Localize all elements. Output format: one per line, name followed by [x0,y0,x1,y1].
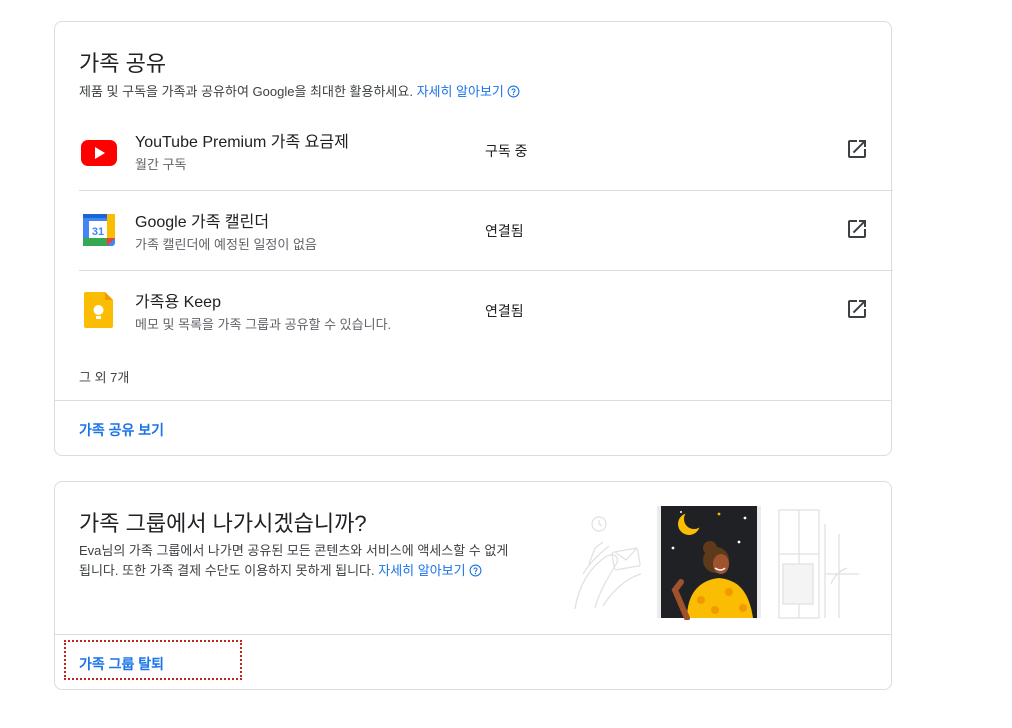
leave-group-description-line1: Eva님의 가족 그룹에서 나가면 공유된 모든 콘텐츠와 서비스에 액세스할 … [79,543,509,558]
service-name: 가족용 Keep [135,294,221,311]
calendar-day: 31 [92,226,104,238]
service-subtitle: 가족 캘린더에 예정된 일정이 없음 [135,237,317,252]
leave-group-card: 가족 그룹에서 나가시겠습니까? Eva님의 가족 그룹에서 나가면 공유된 모… [54,481,892,690]
open-in-new-icon[interactable] [845,297,869,321]
view-family-sharing-link[interactable]: 가족 공유 보기 [79,420,164,440]
leave-group-description-line2: 됩니다. 또한 가족 결제 수단도 이용하지 못하게 됩니다. [79,563,375,578]
help-icon[interactable] [507,85,520,98]
service-status: 연결됨 [485,223,524,239]
family-sharing-description-text: 제품 및 구독을 가족과 공유하여 Google을 최대한 활용하세요. [79,84,413,99]
divider [55,634,891,635]
divider [55,400,891,401]
service-row-calendar: 31 Google 가족 캘린더 가족 캘린더에 예정된 일정이 없음 연결됨 [79,190,893,271]
leave-group-illustration [574,506,859,620]
help-icon[interactable] [469,564,482,577]
service-subtitle: 월간 구독 [135,157,187,172]
service-row-youtube: YouTube Premium 가족 요금제 월간 구독 구독 중 [79,110,893,191]
leave-group-title: 가족 그룹에서 나가시겠습니까? [79,511,367,536]
keep-icon [84,292,113,328]
learn-more-link[interactable]: 자세히 알아보기 [417,84,504,99]
service-status: 연결됨 [485,303,524,319]
open-in-new-icon[interactable] [845,137,869,161]
youtube-icon [81,140,117,166]
calendar-icon: 31 [83,214,115,246]
learn-more-link[interactable]: 자세히 알아보기 [378,563,465,578]
family-sharing-title: 가족 공유 [79,51,167,76]
more-services-text: 그 외 7개 [79,370,130,385]
leave-group-description: Eva님의 가족 그룹에서 나가면 공유된 모든 콘텐츠와 서비스에 액세스할 … [79,541,549,581]
family-sharing-card: 가족 공유 제품 및 구독을 가족과 공유하여 Google을 최대한 활용하세… [54,21,893,456]
service-name: Google 가족 캘린더 [135,214,270,231]
service-status: 구독 중 [485,143,528,159]
service-subtitle: 메모 및 목록을 가족 그룹과 공유할 수 있습니다. [135,317,392,332]
family-sharing-description: 제품 및 구독을 가족과 공유하여 Google을 최대한 활용하세요. 자세히… [79,82,520,102]
service-row-keep: 가족용 Keep 메모 및 목록을 가족 그룹과 공유할 수 있습니다. 연결됨 [79,270,893,350]
service-name: YouTube Premium 가족 요금제 [135,134,349,151]
open-in-new-icon[interactable] [845,217,869,241]
leave-family-group-link[interactable]: 가족 그룹 탈퇴 [79,654,164,674]
